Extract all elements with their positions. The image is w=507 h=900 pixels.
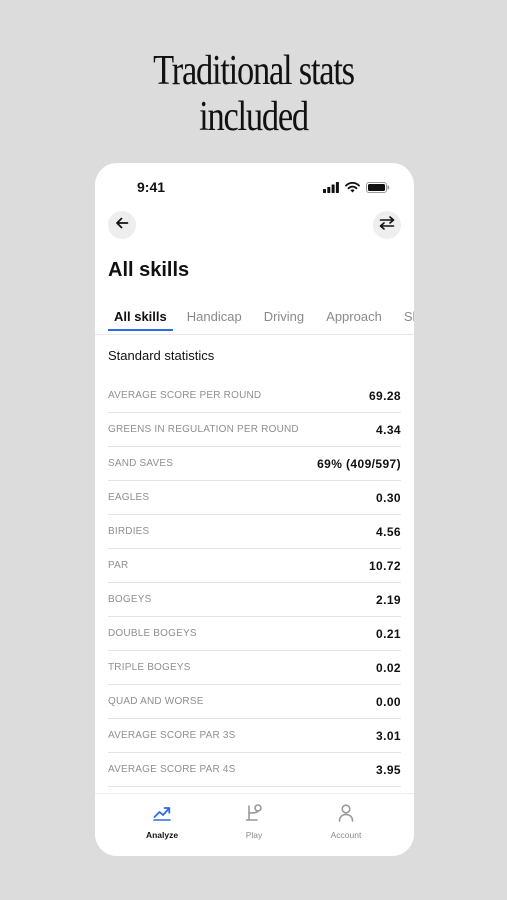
stat-row: EAGLES 0.30 [108,481,401,515]
stat-value: 4.56 [376,524,401,539]
stat-label: DOUBLE BOGEYS [108,628,197,639]
section-title: Standard statistics [108,348,215,363]
headline-line-1: Traditional stats [153,48,355,94]
stat-value: 10.72 [368,558,401,573]
status-time: 9:41 [137,179,166,195]
bottom-tab-play[interactable]: Play [214,802,294,840]
stats-list: AVERAGE SCORE PER ROUND 69.28 GREENS IN … [108,379,401,787]
battery-icon [366,180,390,198]
stat-label: GREENS IN REGULATION PER ROUND [108,424,299,435]
stat-value: 3.01 [376,728,401,743]
person-icon [306,802,386,824]
stat-value: 0.00 [376,694,401,709]
stat-row: BIRDIES 4.56 [108,515,401,549]
trend-up-icon [122,802,202,824]
tab-handicap[interactable]: Handicap [181,309,244,331]
bottom-tab-analyze[interactable]: Analyze [122,802,202,840]
skill-tabs: All skills Handicap Driving Approach Sho [108,308,414,334]
stat-label: BOGEYS [108,594,152,605]
stat-row: AVERAGE SCORE PAR 3S 3.01 [108,719,401,753]
stat-value: 0.21 [376,626,401,641]
navigation-bar [95,211,414,243]
stat-value: 4.34 [376,422,401,437]
wifi-icon [345,180,360,198]
stat-label: TRIPLE BOGEYS [108,662,191,673]
stat-row: QUAD AND WORSE 0.00 [108,685,401,719]
tab-driving[interactable]: Driving [258,309,306,331]
stat-row: BOGEYS 2.19 [108,583,401,617]
stat-value: 2.19 [376,592,401,607]
stat-label: BIRDIES [108,526,150,537]
stat-value: 0.30 [376,490,401,505]
arrow-left-icon [115,216,129,235]
tab-all-skills[interactable]: All skills [108,309,173,331]
stat-value: 0.02 [376,660,401,675]
stat-label: SAND SAVES [108,458,174,469]
back-button[interactable] [108,211,136,239]
phone-screen: 9:41 All skills All skills Handicap Driv… [95,163,414,856]
status-bar: 9:41 [95,163,414,211]
stat-label: QUAD AND WORSE [108,696,204,707]
stat-label: EAGLES [108,492,150,503]
stat-row: PAR 10.72 [108,549,401,583]
stat-row: TRIPLE BOGEYS 0.02 [108,651,401,685]
stat-row: GREENS IN REGULATION PER ROUND 4.34 [108,413,401,447]
stat-value: 69% (409/597) [317,456,401,471]
stat-row: AVERAGE SCORE PAR 4S 3.95 [108,753,401,787]
stat-label: AVERAGE SCORE PAR 3S [108,730,236,741]
play-golf-icon [214,802,294,824]
marketing-headline: Traditional stats included [46,48,462,140]
bottom-tab-label: Play [245,830,263,840]
bottom-tab-bar: Analyze Play Account [95,793,414,856]
headline-line-2: included [199,94,309,140]
page-title: All skills [108,259,190,281]
stat-label: AVERAGE SCORE PER ROUND [108,390,262,401]
filter-button[interactable] [373,211,401,239]
tabs-divider [95,334,414,335]
cellular-signal-icon [323,180,339,198]
stat-row: DOUBLE BOGEYS 0.21 [108,617,401,651]
bottom-tab-account[interactable]: Account [306,802,386,840]
bottom-tab-label: Analyze [145,830,179,840]
tab-approach[interactable]: Approach [320,309,384,331]
stat-row: SAND SAVES 69% (409/597) [108,447,401,481]
stat-label: PAR [108,560,129,571]
stat-row: AVERAGE SCORE PER ROUND 69.28 [108,379,401,413]
stat-label: AVERAGE SCORE PAR 4S [108,764,236,775]
status-icons [323,180,390,198]
stat-value: 69.28 [368,388,401,403]
swap-arrows-icon [379,215,395,235]
stat-value: 3.95 [376,762,401,777]
tab-short-game[interactable]: Sho [398,309,414,331]
bottom-tab-label: Account [330,830,362,840]
